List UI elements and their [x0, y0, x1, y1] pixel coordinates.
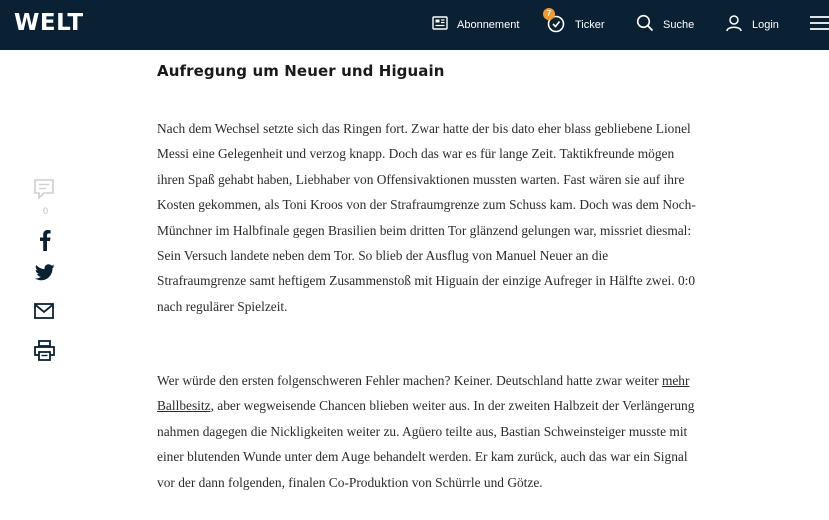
- ticker-badge: 7: [543, 7, 555, 20]
- facebook-icon[interactable]: [39, 229, 51, 256]
- user-icon: [725, 14, 743, 37]
- search-label: Suche: [663, 19, 695, 31]
- newspaper-icon: [432, 15, 448, 35]
- abonnement-label: Abonnement: [457, 19, 520, 31]
- abonnement-link[interactable]: Abonnement: [432, 0, 519, 50]
- login-label: Login: [752, 19, 779, 31]
- article-paragraph-2: Wer würde den ersten folgenschweren Fehl…: [157, 368, 697, 495]
- paragraph-2-text-start: Wer würde den ersten folgenschweren Fehl…: [157, 373, 662, 388]
- twitter-icon[interactable]: [34, 264, 55, 286]
- search-icon: [636, 14, 654, 37]
- mail-icon[interactable]: [34, 303, 54, 324]
- article-paragraph-1: Nach dem Wechsel setzte sich das Ringen …: [157, 121, 696, 314]
- search-link[interactable]: Suche: [636, 0, 694, 50]
- print-icon[interactable]: [34, 340, 55, 366]
- hamburger-menu-icon: [810, 15, 829, 36]
- login-link[interactable]: Login: [725, 0, 779, 50]
- section-headline: Aufregung um Neuer und Higuain: [157, 62, 445, 80]
- top-navigation-bar: WELT Abonnement 7 Ticker Suche Login: [0, 0, 829, 50]
- menu-button[interactable]: [810, 0, 829, 50]
- social-sidebar: 0: [33, 0, 73, 520]
- comment-count: 0: [43, 206, 49, 216]
- ticker-link[interactable]: 7 Ticker: [543, 0, 605, 50]
- ticker-label: Ticker: [575, 19, 605, 31]
- clock-icon: 7: [543, 7, 566, 38]
- paragraph-2-text-end: , aber wegweisende Chancen blieben weite…: [157, 398, 695, 490]
- comment-icon[interactable]: [33, 178, 55, 205]
